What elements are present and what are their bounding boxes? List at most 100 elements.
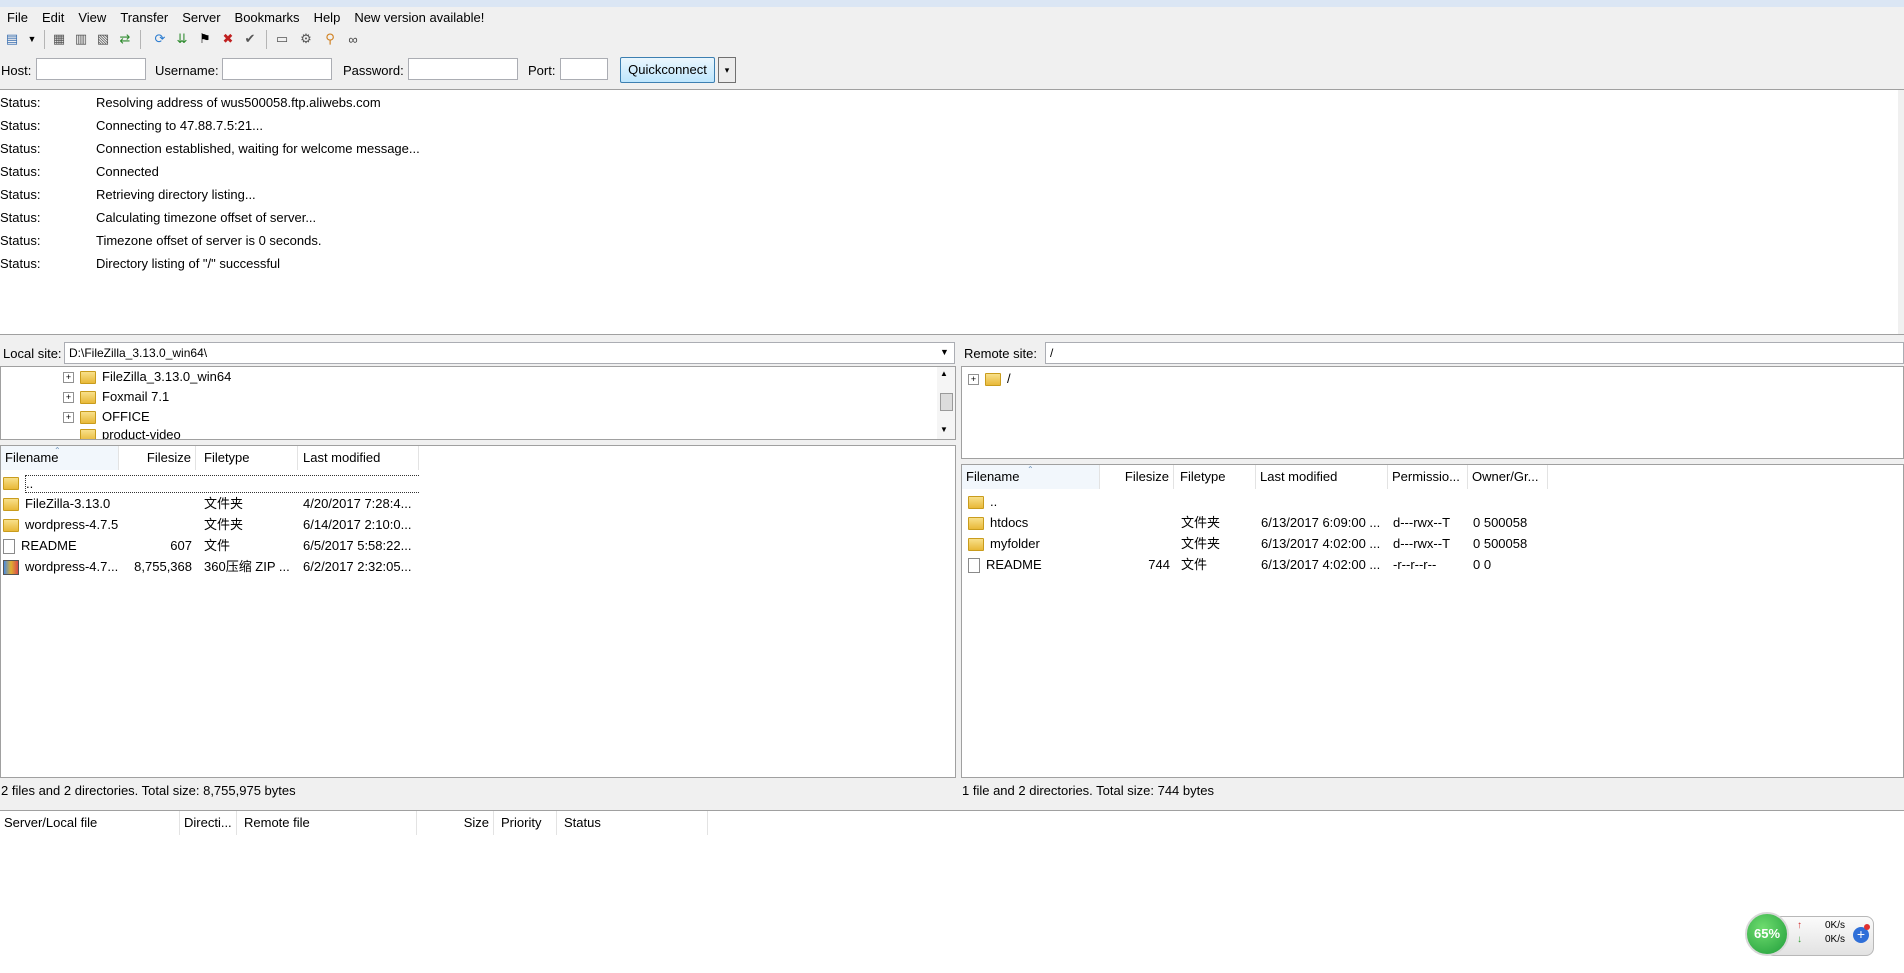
local-status: 2 files and 2 directories. Total size: 8…: [1, 783, 296, 798]
menu-file[interactable]: File: [0, 7, 35, 27]
remote-path-input[interactable]: /: [1045, 342, 1904, 364]
local-col-filesize[interactable]: Filesize: [119, 446, 196, 470]
download-speed: 0K/s: [1825, 934, 1846, 945]
file-icon: [3, 539, 15, 555]
local-tree-scrollbar[interactable]: ▲ ▼: [937, 367, 955, 439]
queue-col-direction[interactable]: Directi...: [180, 811, 237, 835]
menu-new-version[interactable]: New version available!: [347, 7, 491, 27]
remote-site-bar: Remote site: /: [961, 340, 1904, 366]
remote-col-permissions[interactable]: Permissio...: [1388, 465, 1468, 489]
directory-comparison-icon[interactable]: ▭: [272, 29, 292, 49]
title-bar: [0, 0, 1904, 7]
toggle-queue-icon[interactable]: ⇄: [115, 29, 135, 49]
remote-tree[interactable]: + /: [961, 366, 1904, 459]
sort-ascending-icon: ⌃: [1027, 465, 1034, 474]
table-row[interactable]: wordpress-4.7.... 8,755,368 360压缩 ZIP ..…: [1, 556, 419, 577]
queue-col-server-local[interactable]: Server/Local file: [0, 811, 180, 835]
folder-icon: [80, 411, 96, 425]
remote-file-list[interactable]: Filename Filesize Filetype Last modified…: [961, 464, 1904, 778]
quickconnect-dropdown-icon[interactable]: ▾: [718, 57, 736, 83]
local-path-input[interactable]: D:\FileZilla_3.13.0_win64\: [64, 342, 955, 364]
download-arrow-icon: ↓: [1797, 934, 1802, 945]
transfer-queue[interactable]: Server/Local file Directi... Remote file…: [0, 810, 1904, 973]
local-site-bar: Local site: D:\FileZilla_3.13.0_win64\ ▼: [0, 340, 956, 366]
menu-transfer[interactable]: Transfer: [113, 7, 175, 27]
tree-item[interactable]: + OFFICE: [63, 407, 150, 427]
queue-col-priority[interactable]: Priority: [497, 811, 557, 835]
queue-col-status[interactable]: Status: [560, 811, 708, 835]
remote-col-modified[interactable]: Last modified: [1256, 465, 1388, 489]
local-col-modified[interactable]: Last modified: [299, 446, 419, 470]
menu-view[interactable]: View: [71, 7, 113, 27]
sync-browsing-icon[interactable]: ⚲: [320, 29, 340, 49]
table-row[interactable]: FileZilla-3.13.0 文件夹 4/20/2017 7:28:4...: [1, 493, 419, 514]
network-speed-widget[interactable]: 65% ↑ ↓ 0K/s 0K/s +: [1745, 912, 1874, 956]
remote-col-filetype[interactable]: Filetype: [1176, 465, 1256, 489]
file-icon: [968, 558, 980, 574]
folder-icon: [968, 496, 984, 510]
quickconnect-bar: Host: Username: Password: Port: Quickcon…: [0, 55, 1904, 85]
username-label: Username:: [155, 63, 219, 78]
port-input[interactable]: [560, 58, 608, 80]
menu-bar: File Edit View Transfer Server Bookmarks Help N…: [0, 7, 1904, 27]
local-site-label: Local site:: [3, 346, 62, 361]
menu-server[interactable]: Server: [175, 7, 227, 27]
queue-col-remote[interactable]: Remote file: [240, 811, 417, 835]
local-col-filetype[interactable]: Filetype: [200, 446, 298, 470]
usage-gauge[interactable]: 65%: [1745, 912, 1789, 956]
folder-icon: [968, 517, 984, 531]
table-row[interactable]: myfolder 文件夹 6/13/2017 4:02:00 ... d---r…: [962, 533, 1552, 554]
filter-icon[interactable]: ⚙: [296, 29, 316, 49]
remote-status: 1 file and 2 directories. Total size: 74…: [962, 783, 1214, 798]
local-file-list[interactable]: Filename Filesize Filetype Last modified…: [0, 445, 956, 778]
folder-icon: [968, 538, 984, 552]
password-input[interactable]: [408, 58, 518, 80]
remote-site-label: Remote site:: [964, 346, 1037, 361]
port-label: Port:: [528, 63, 556, 78]
site-manager-icon[interactable]: ▤: [2, 29, 22, 49]
tree-item[interactable]: + FileZilla_3.13.0_win64: [63, 367, 231, 387]
quickconnect-button[interactable]: Quickconnect: [620, 57, 715, 83]
menu-bookmarks[interactable]: Bookmarks: [228, 7, 307, 27]
tree-item[interactable]: + /: [968, 369, 1011, 389]
remote-col-owner[interactable]: Owner/Gr...: [1468, 465, 1548, 489]
site-manager-dropdown-icon[interactable]: ▼: [22, 29, 42, 49]
folder-icon: [3, 519, 19, 533]
tree-item[interactable]: +product-video: [63, 425, 181, 439]
table-row[interactable]: htdocs 文件夹 6/13/2017 6:09:00 ... d---rwx…: [962, 512, 1552, 533]
local-tree[interactable]: + FileZilla_3.13.0_win64 + Foxmail 7.1 + OF…: [0, 366, 956, 440]
log-scrollbar[interactable]: [1898, 90, 1904, 334]
refresh-icon[interactable]: ⟳: [150, 29, 170, 49]
queue-col-size[interactable]: Size: [417, 811, 494, 835]
notification-dot: [1864, 924, 1870, 930]
toolbar: ▤ ▼ ▦ ▥ ▧ ⇄ ⟳ ⇊ ⚑ ✖ ✔ ▭ ⚙ ⚲ ∞: [0, 27, 1904, 53]
toggle-remote-tree-icon[interactable]: ▧: [93, 29, 113, 49]
scroll-thumb[interactable]: [940, 393, 953, 411]
menu-help[interactable]: Help: [307, 7, 348, 27]
username-input[interactable]: [222, 58, 332, 80]
reconnect-icon[interactable]: ✔: [240, 29, 260, 49]
process-queue-icon[interactable]: ⇊: [172, 29, 192, 49]
sort-ascending-icon: ⌃: [54, 446, 61, 455]
folder-icon: [80, 371, 96, 385]
menu-edit[interactable]: Edit: [35, 7, 71, 27]
cancel-operation-icon[interactable]: ⚑: [195, 29, 215, 49]
message-log[interactable]: Status: Resolving address of wus500058.ft…: [0, 89, 1904, 335]
table-row[interactable]: README 744 文件 6/13/2017 4:02:00 ... -r--…: [962, 554, 1552, 575]
disconnect-icon[interactable]: ✖: [218, 29, 238, 49]
search-icon[interactable]: ∞: [343, 29, 363, 49]
table-row[interactable]: wordpress-4.7.5 文件夹 6/14/2017 2:10:0...: [1, 514, 419, 535]
table-row[interactable]: README 607 文件 6/5/2017 5:58:22...: [1, 535, 419, 556]
folder-icon: [3, 477, 19, 491]
host-input[interactable]: [36, 58, 146, 80]
remote-col-filesize[interactable]: Filesize: [1100, 465, 1174, 489]
toggle-local-tree-icon[interactable]: ▥: [71, 29, 91, 49]
local-path-dropdown-icon[interactable]: ▼: [940, 347, 949, 357]
zip-archive-icon: [3, 560, 19, 576]
folder-icon: [80, 429, 96, 439]
tree-item[interactable]: + Foxmail 7.1: [63, 387, 169, 407]
table-row[interactable]: ..: [962, 491, 1552, 512]
upload-arrow-icon: ↑: [1797, 920, 1802, 931]
toggle-log-icon[interactable]: ▦: [49, 29, 69, 49]
table-row[interactable]: ..: [1, 472, 419, 493]
